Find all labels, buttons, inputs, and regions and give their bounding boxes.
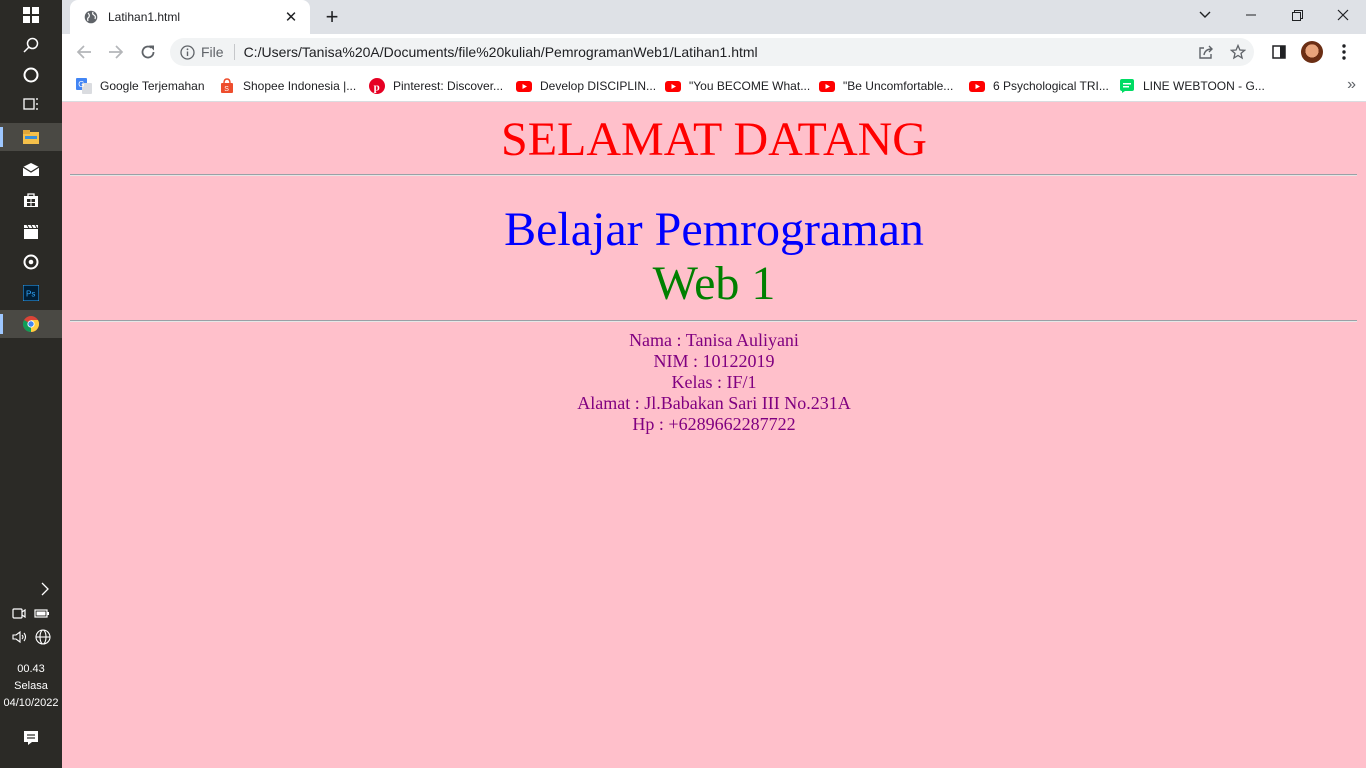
- pinterest-icon: p: [369, 78, 385, 94]
- meet-now-icon[interactable]: [12, 606, 26, 620]
- share-icon[interactable]: [1190, 38, 1222, 66]
- toolbar: File C:/Users/Tanisa%20A/Documents/file%…: [62, 34, 1366, 70]
- restore-icon[interactable]: [1274, 0, 1320, 30]
- student-info: Nama : Tanisa Auliyani NIM : 10122019 Ke…: [62, 330, 1366, 435]
- info-hp: Hp : +6289662287722: [632, 414, 796, 434]
- info-alamat: Alamat : Jl.Babakan Sari III No.231A: [577, 393, 851, 413]
- bookmark-pinterest[interactable]: p Pinterest: Discover...: [369, 76, 503, 96]
- bookmarks-bar: G Google Terjemahan S Shopee Indonesia |…: [62, 70, 1366, 102]
- tab-strip: Latihan1.html ✕ +: [62, 0, 1366, 34]
- svg-text:S: S: [224, 86, 229, 93]
- menu-kebab-icon[interactable]: [1330, 38, 1358, 66]
- bookmark-shopee[interactable]: S Shopee Indonesia |...: [219, 76, 356, 96]
- bookmark-youtube-1[interactable]: Develop DISCIPLIN...: [516, 76, 656, 96]
- bookmark-webtoon[interactable]: LINE WEBTOON - G...: [1119, 76, 1265, 96]
- forward-icon[interactable]: [102, 38, 130, 66]
- tab-title: Latihan1.html: [108, 10, 181, 24]
- volume-icon[interactable]: [11, 630, 28, 644]
- info-nim: NIM : 10122019: [653, 351, 775, 371]
- bookmark-label: "Be Uncomfortable...: [843, 79, 954, 93]
- youtube-icon: [665, 81, 681, 92]
- bookmarks-overflow-icon[interactable]: »: [1347, 76, 1356, 94]
- back-icon[interactable]: [70, 38, 98, 66]
- groove-icon[interactable]: [0, 248, 62, 276]
- svg-text:Ps: Ps: [26, 290, 35, 299]
- bookmark-youtube-4[interactable]: 6 Psychological TRI...: [969, 76, 1109, 96]
- bookmark-star-icon[interactable]: [1222, 38, 1254, 66]
- new-tab-button[interactable]: +: [320, 4, 344, 29]
- notification-icon[interactable]: [0, 724, 62, 752]
- url-text[interactable]: C:/Users/Tanisa%20A/Documents/file%20kul…: [244, 44, 1190, 60]
- scheme-label[interactable]: File: [201, 44, 224, 60]
- mail-icon[interactable]: [0, 155, 62, 183]
- cortana-icon[interactable]: [0, 61, 62, 89]
- windows-start-icon[interactable]: [0, 1, 62, 29]
- battery-icon[interactable]: [34, 607, 50, 619]
- horizontal-rule-2: [70, 320, 1357, 322]
- info-icon[interactable]: [180, 44, 195, 60]
- tab-latihan1[interactable]: Latihan1.html ✕: [70, 0, 310, 34]
- bookmark-youtube-2[interactable]: "You BECOME What...: [665, 76, 810, 96]
- close-tab-icon[interactable]: ✕: [282, 8, 300, 26]
- profile-avatar[interactable]: [1298, 38, 1326, 66]
- course-subheading: Web 1: [652, 257, 776, 310]
- bookmark-google-translate[interactable]: G Google Terjemahan: [76, 76, 205, 96]
- svg-text:p: p: [374, 82, 380, 94]
- clock-date[interactable]: 04/10/2022: [0, 695, 62, 712]
- horizontal-rule-1: [70, 174, 1357, 176]
- avatar-image: [1301, 41, 1323, 63]
- tab-search-icon[interactable]: [1182, 0, 1228, 30]
- bookmark-label: Google Terjemahan: [100, 79, 205, 93]
- address-separator: [233, 44, 235, 60]
- webtoon-icon: [1120, 79, 1134, 93]
- shopee-icon: S: [221, 78, 233, 93]
- bookmark-label: 6 Psychological TRI...: [993, 79, 1109, 93]
- reload-icon[interactable]: [134, 38, 162, 66]
- search-icon[interactable]: [0, 31, 62, 59]
- youtube-icon: [819, 81, 835, 92]
- side-panel-icon[interactable]: [1265, 38, 1293, 66]
- chrome-icon[interactable]: [0, 310, 62, 338]
- svg-text:G: G: [78, 80, 84, 89]
- bookmark-youtube-3[interactable]: "Be Uncomfortable...: [819, 76, 953, 96]
- google-translate-icon: G: [76, 78, 92, 94]
- photoshop-icon[interactable]: Ps: [0, 279, 62, 307]
- file-explorer-icon[interactable]: [0, 123, 62, 151]
- info-kelas: Kelas : IF/1: [671, 372, 757, 392]
- bookmark-label: Develop DISCIPLIN...: [540, 79, 657, 93]
- minimize-icon[interactable]: [1228, 0, 1274, 30]
- bookmark-label: Pinterest: Discover...: [393, 79, 504, 93]
- store-icon[interactable]: [0, 186, 62, 214]
- course-heading: Belajar Pemrograman: [504, 203, 924, 256]
- bookmark-label: LINE WEBTOON - G...: [1143, 79, 1265, 93]
- network-globe-icon[interactable]: [34, 629, 51, 645]
- address-bar[interactable]: File C:/Users/Tanisa%20A/Documents/file%…: [170, 38, 1254, 66]
- clock-time[interactable]: 00.43: [0, 661, 62, 678]
- tray-row-2: [0, 623, 62, 651]
- info-nama: Nama : Tanisa Auliyani: [629, 330, 799, 350]
- youtube-icon: [516, 81, 532, 92]
- clock-day[interactable]: Selasa: [0, 678, 62, 695]
- browser-window: Latihan1.html ✕ + File C:/Users/Tanisa%2…: [62, 0, 1366, 768]
- bookmark-label: Shopee Indonesia |...: [243, 79, 357, 93]
- task-view-icon[interactable]: [0, 90, 62, 118]
- web-page: SELAMAT DATANG Belajar Pemrograman Web 1…: [62, 102, 1366, 768]
- youtube-icon: [969, 81, 985, 92]
- globe-favicon-icon: [84, 10, 98, 24]
- video-editor-icon[interactable]: [0, 217, 62, 245]
- close-window-icon[interactable]: [1320, 0, 1366, 30]
- welcome-heading: SELAMAT DATANG: [501, 113, 927, 166]
- bookmark-label: "You BECOME What...: [689, 79, 811, 93]
- taskbar: Ps 00.43 Selasa 04/10/2022: [0, 0, 62, 768]
